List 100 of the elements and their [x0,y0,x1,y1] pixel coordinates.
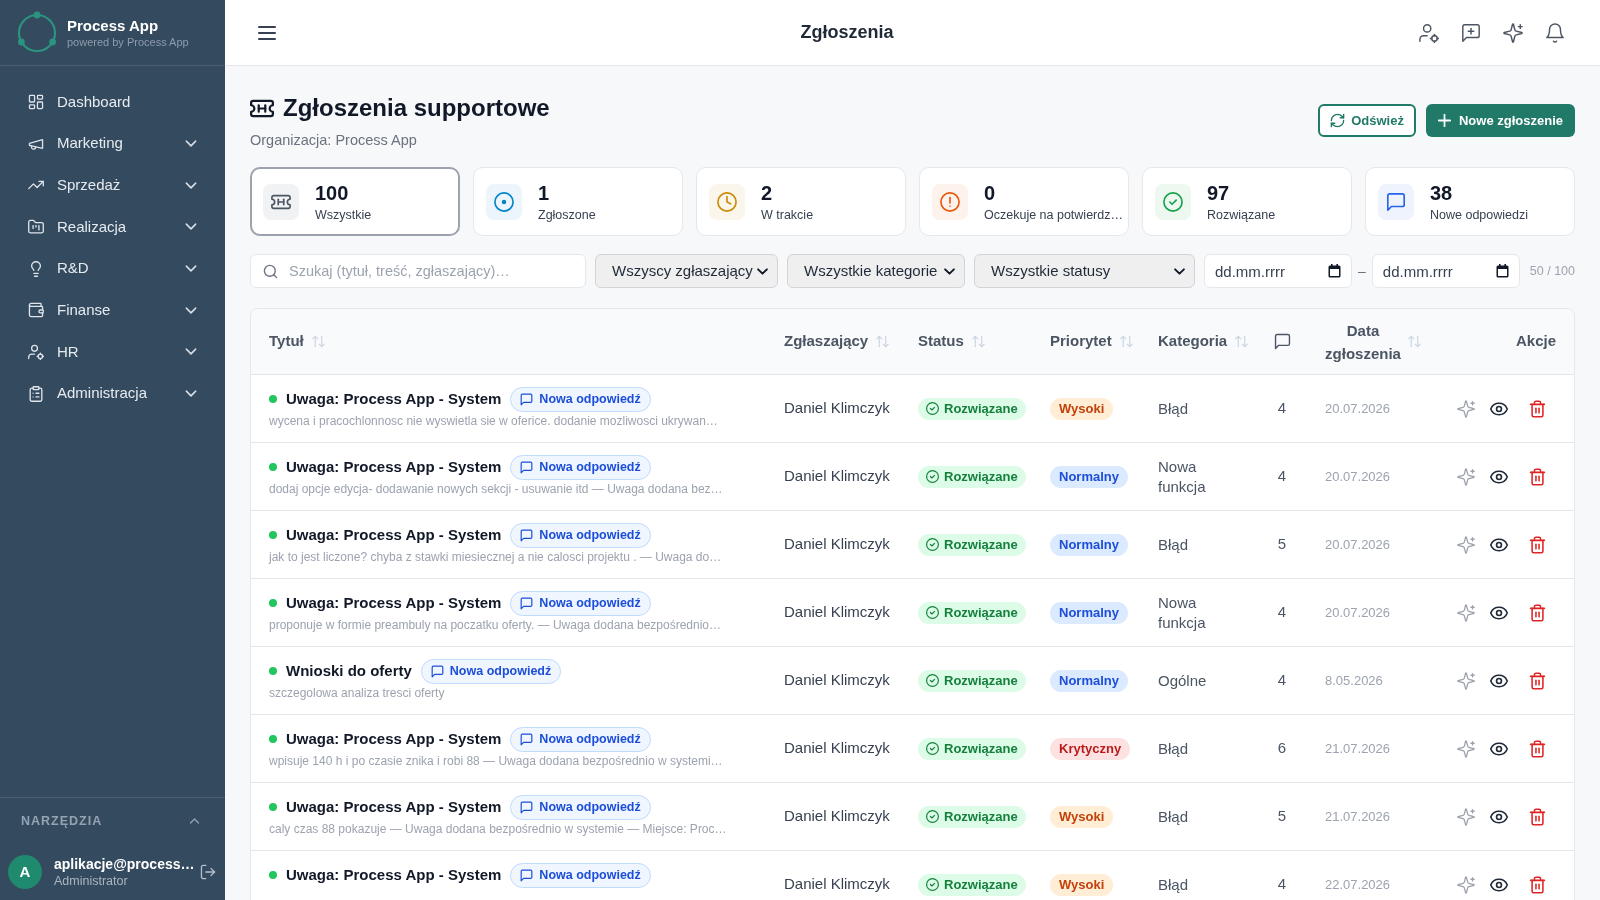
category-label: Błąd [1158,874,1189,895]
ticket-date: 8.05.2026 [1325,671,1383,690]
user-gear-icon [28,343,44,360]
comment-count: 4 [1277,466,1287,487]
column-header[interactable]: Tytuł [269,330,325,353]
lightbulb-icon [28,260,44,277]
reporter-name: Daniel Klimczyk [784,874,890,895]
column-header[interactable]: Data zgłoszenia [1320,318,1421,365]
reply-label: Nowa odpowiedź [449,662,552,680]
refresh-button[interactable]: Odśwież [1318,104,1416,137]
check-circle-icon [926,402,939,415]
filter-dropdown[interactable]: Wszystkie kategorie [787,254,965,288]
chat-icon [520,460,534,474]
category-label: Błąd [1158,806,1189,827]
sparkle-icon [1457,807,1475,826]
ticket-title[interactable]: Uwaga: Process App - System [286,863,502,887]
reporter-name: Daniel Klimczyk [784,670,890,691]
tools-section-toggle[interactable]: NARZĘDZIA [0,798,225,844]
ticket-description: jak to jest liczone? chyba z stawki miesiecznej a nie calosci projektu . — Uwaga do… [269,549,723,565]
stat-filter-card[interactable]: 100 Wszystkie [250,167,460,236]
topbar-title: Zgłoszenia [800,21,894,44]
message-plus-icon [1461,22,1481,43]
nav-item[interactable]: R&D [0,247,225,290]
comment-count: 5 [1277,534,1287,555]
check-circle-icon [926,538,939,551]
nav-item[interactable]: Marketing [0,122,225,165]
ticket-title[interactable]: Uwaga: Process App - System [286,387,502,411]
chat-icon [520,800,534,814]
menu-button[interactable] [258,25,276,40]
chat-icon [430,664,444,678]
check-circle-icon [926,810,939,823]
reporter-name: Daniel Klimczyk [784,398,890,419]
reply-label: Nowa odpowiedź [539,866,641,884]
ticket-date: 20.07.2026 [1325,603,1391,622]
nav-item[interactable]: Administracja [0,372,225,415]
sparkle-icon [1457,467,1475,486]
refresh-icon [1330,113,1346,128]
brand-name: Process App [67,16,160,35]
status-label: Rozwiązane [944,807,1018,826]
comment-count: 4 [1277,398,1287,419]
page-subtitle: Organizacja: Process App [250,131,418,150]
reply-label: Nowa odpowiedź [539,594,641,612]
ticket-title[interactable]: Uwaga: Process App - System [286,455,502,479]
ticket-title[interactable]: Uwaga: Process App - System [286,795,502,819]
reporter-name: Daniel Klimczyk [784,534,890,555]
comment-count: 6 [1277,738,1287,759]
sparkle-icon [1503,22,1523,43]
status-label: Rozwiązane [944,603,1018,622]
bell-icon [1545,22,1565,43]
wallet-icon [28,302,44,319]
nav-item[interactable]: HR [0,331,225,373]
priority-badge: Wysoki [1050,805,1114,828]
chat-icon [520,596,534,610]
chat-icon [520,528,534,542]
sparkle-icon [1457,603,1475,622]
feedback-button[interactable] [1460,21,1482,44]
stat-filter-card[interactable]: 2 W trakcie [696,167,906,236]
status-label: Rozwiązane [944,739,1018,758]
column-header[interactable]: Priorytet [1050,330,1133,353]
category-label: Nowa funkcja [1158,592,1207,633]
stat-filter-card[interactable]: 1 Zgłoszone [473,167,683,236]
logout-button[interactable] [199,863,217,881]
user-role: Administrator [54,873,129,889]
stat-filter-card[interactable]: 97 Rozwiązane [1142,167,1352,236]
ticket-description: wpisuje 140 h i po czasie znika i robi 88 — Uwaga dodana bezpośrednio w systemi… [269,753,724,769]
comment-count: 5 [1277,806,1287,827]
reporter-name: Daniel Klimczyk [784,738,890,759]
column-header[interactable]: Kategoria [1158,330,1249,353]
assistant-button[interactable] [1502,21,1524,44]
comment-count: 4 [1277,670,1287,691]
date-field[interactable]: dd.mm.rrrr [1371,254,1520,288]
column-header[interactable]: Zgłaszający [784,330,890,353]
stat-filter-card[interactable]: 38 Nowe odpowiedzi [1365,167,1575,236]
notifications-button[interactable] [1544,21,1566,44]
filter-dropdown[interactable]: Wszyscy zgłaszający [595,254,778,288]
column-header[interactable]: Status [918,330,985,353]
sparkle-icon [1457,671,1475,690]
ticket-date: 20.07.2026 [1325,399,1391,418]
priority-badge: Krytyczny [1050,737,1131,760]
priority-badge: Normalny [1050,669,1128,692]
ticket-title[interactable]: Uwaga: Process App - System [286,523,502,547]
nav-item[interactable]: Realizacja [0,206,225,248]
ticket-title[interactable]: Uwaga: Process App - System [286,591,502,615]
trash-icon [1529,739,1546,758]
ticket-description: dodaj opcje edycja- dodawanie nowych sekcji - usuwanie itd — Uwaga dodana bez… [269,481,724,497]
nav-item[interactable]: Finanse [0,289,225,332]
filter-dropdown[interactable]: Wszystkie statusy [974,254,1195,288]
nav-item[interactable]: Sprzedaż [0,164,225,207]
date-field[interactable]: dd.mm.rrrr [1204,254,1352,288]
new-ticket-button[interactable]: Nowe zgłoszenie [1425,104,1575,137]
chevron-down-icon [757,267,768,275]
user-settings-button[interactable] [1418,21,1440,44]
ticket-title[interactable]: Wnioski do oferty [286,659,412,683]
stat-filter-card[interactable]: 0 Oczekuje na potwierdz… [919,167,1129,236]
status-label: Rozwiązane [944,535,1018,554]
reporter-name: Daniel Klimczyk [784,466,890,487]
nav-item[interactable]: Dashboard [0,81,225,123]
ticket-date: 20.07.2026 [1325,467,1391,486]
ticket-title[interactable]: Uwaga: Process App - System [286,727,502,751]
search-field[interactable]: Szukaj (tytuł, treść, zgłaszający)… [250,254,586,288]
